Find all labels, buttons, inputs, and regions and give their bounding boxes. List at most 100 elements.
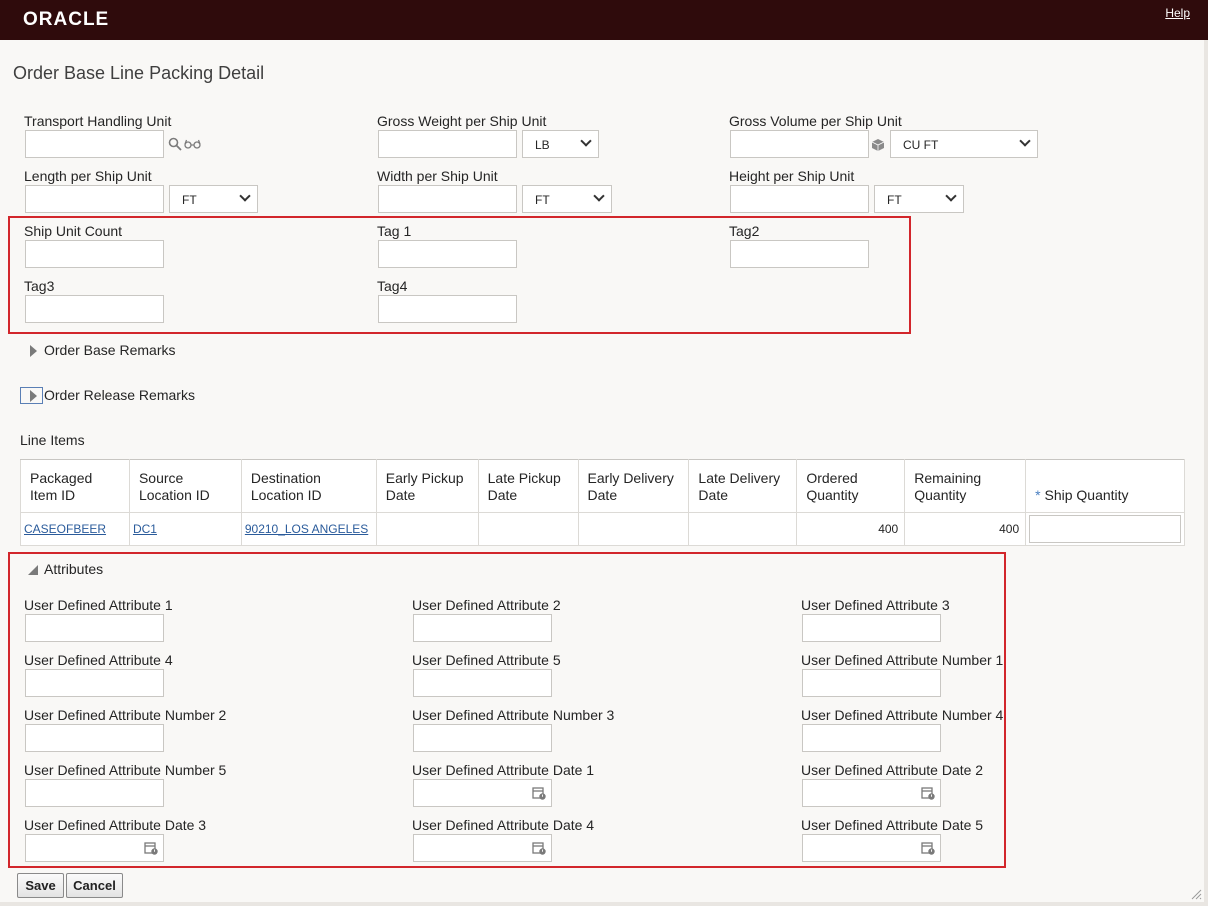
packaged-item-cell: CASEOFBEER — [20, 512, 130, 546]
late-pickup-cell — [477, 512, 579, 546]
attribute-label: User Defined Attribute Date 1 — [412, 762, 595, 778]
source-location-cell: DC1 — [128, 512, 242, 546]
chevron-down-icon — [945, 190, 957, 202]
tag1-label: Tag 1 — [377, 223, 412, 239]
ship-quantity-input[interactable] — [1029, 515, 1181, 543]
tag3-label: Tag3 — [24, 278, 55, 294]
ship-unit-count-label: Ship Unit Count — [24, 223, 123, 239]
glasses-icon[interactable] — [184, 139, 201, 149]
expand-arrow-icon — [30, 345, 37, 357]
order-base-remarks-label: Order Base Remarks — [44, 342, 176, 358]
early-pickup-cell — [375, 512, 479, 546]
height-uom-select[interactable]: FT — [874, 185, 964, 213]
column-header[interactable]: Late Delivery Date — [688, 459, 798, 513]
attribute-4-input[interactable] — [25, 669, 164, 697]
oracle-logo: ORACLE — [23, 9, 110, 30]
ship-quantity-header: Ship Quantity — [1044, 487, 1129, 503]
late-delivery-cell — [688, 512, 798, 546]
destination-location-cell: 90210_LOS ANGELES — [240, 512, 377, 546]
width-input[interactable] — [378, 185, 517, 213]
order-release-remarks-label: Order Release Remarks — [44, 387, 195, 403]
column-header[interactable]: Source Location ID — [128, 459, 242, 513]
length-label: Length per Ship Unit — [24, 168, 152, 184]
packaged-item-link[interactable]: CASEOFBEER — [24, 522, 106, 536]
remaining-quantity-cell: 400 — [904, 512, 1027, 546]
column-header[interactable]: * Ship Quantity — [1025, 459, 1185, 513]
search-icon[interactable] — [168, 137, 182, 151]
calendar-icon[interactable] — [532, 786, 546, 800]
attribute-label: User Defined Attribute 1 — [24, 597, 173, 613]
attribute-1-input[interactable] — [25, 614, 164, 642]
attribute-label: User Defined Attribute 3 — [801, 597, 950, 613]
column-header[interactable]: Destination Location ID — [240, 459, 377, 513]
transport-handling-unit-input[interactable] — [25, 130, 164, 158]
attribute-3-input[interactable] — [802, 614, 941, 642]
column-header[interactable]: Ordered Quantity — [796, 459, 906, 513]
attribute-label: User Defined Attribute Date 4 — [412, 817, 595, 833]
attribute-label: User Defined Attribute Date 3 — [24, 817, 207, 833]
column-header[interactable]: Packaged Item ID — [20, 459, 130, 513]
gross-volume-uom-select[interactable]: CU FT — [890, 130, 1038, 158]
chevron-down-icon — [593, 190, 605, 202]
cancel-button[interactable]: Cancel — [66, 873, 123, 898]
source-location-link[interactable]: DC1 — [133, 522, 157, 536]
attribute-label: User Defined Attribute Number 3 — [412, 707, 615, 723]
gross-weight-uom-value: LB — [535, 138, 550, 152]
page-right-edge — [1204, 40, 1208, 906]
collapse-arrow-icon — [28, 565, 38, 575]
expand-arrow-icon — [30, 390, 37, 402]
attribute-label: User Defined Attribute 4 — [24, 652, 173, 668]
length-uom-select[interactable]: FT — [169, 185, 258, 213]
calendar-icon[interactable] — [532, 841, 546, 855]
resize-grip-icon[interactable] — [1190, 888, 1202, 900]
gross-weight-input[interactable] — [378, 130, 517, 158]
attribute-label: User Defined Attribute 2 — [412, 597, 561, 613]
tag1-input[interactable] — [378, 240, 517, 268]
tag4-label: Tag4 — [377, 278, 408, 294]
attribute-number-3-input[interactable] — [413, 724, 552, 752]
length-input[interactable] — [25, 185, 164, 213]
column-header[interactable]: Early Delivery Date — [577, 459, 690, 513]
calendar-icon[interactable] — [921, 786, 935, 800]
calendar-icon[interactable] — [921, 841, 935, 855]
attribute-2-input[interactable] — [413, 614, 552, 642]
transport-handling-unit-label: Transport Handling Unit — [24, 113, 172, 129]
line-items-heading: Line Items — [20, 432, 85, 448]
save-button[interactable]: Save — [17, 873, 64, 898]
chevron-down-icon — [239, 190, 251, 202]
gross-volume-input[interactable] — [730, 130, 869, 158]
tag4-input[interactable] — [378, 295, 517, 323]
attribute-number-2-input[interactable] — [25, 724, 164, 752]
column-header[interactable]: Early Pickup Date — [375, 459, 479, 513]
page-bottom-edge — [0, 902, 1208, 906]
gross-weight-uom-select[interactable]: LB — [522, 130, 599, 158]
cube-icon[interactable] — [871, 138, 885, 152]
ship-quantity-cell — [1025, 512, 1185, 546]
column-header[interactable]: Remaining Quantity — [904, 459, 1027, 513]
chevron-down-icon — [580, 135, 592, 147]
tag2-input[interactable] — [730, 240, 869, 268]
attribute-5-input[interactable] — [413, 669, 552, 697]
width-uom-select[interactable]: FT — [522, 185, 612, 213]
calendar-icon[interactable] — [144, 841, 158, 855]
attribute-label: User Defined Attribute Date 2 — [801, 762, 984, 778]
destination-location-link[interactable]: 90210_LOS ANGELES — [245, 522, 368, 536]
ship-unit-count-input[interactable] — [25, 240, 164, 268]
width-label: Width per Ship Unit — [377, 168, 498, 184]
column-header[interactable]: Late Pickup Date — [477, 459, 579, 513]
help-link[interactable]: Help — [1165, 6, 1190, 20]
attribute-label: User Defined Attribute Number 5 — [24, 762, 227, 778]
early-delivery-cell — [577, 512, 690, 546]
tag3-input[interactable] — [25, 295, 164, 323]
ordered-quantity-cell: 400 — [796, 512, 906, 546]
table-header-row: Packaged Item ID Source Location ID Dest… — [20, 459, 1185, 513]
attribute-number-4-input[interactable] — [802, 724, 941, 752]
attribute-number-1-input[interactable] — [802, 669, 941, 697]
attribute-label: User Defined Attribute Number 1 — [801, 652, 1004, 668]
width-uom-value: FT — [535, 193, 550, 207]
tag2-label: Tag2 — [729, 223, 760, 239]
attribute-label: User Defined Attribute Number 2 — [24, 707, 227, 723]
height-label: Height per Ship Unit — [729, 168, 855, 184]
attribute-number-5-input[interactable] — [25, 779, 164, 807]
height-input[interactable] — [730, 185, 869, 213]
